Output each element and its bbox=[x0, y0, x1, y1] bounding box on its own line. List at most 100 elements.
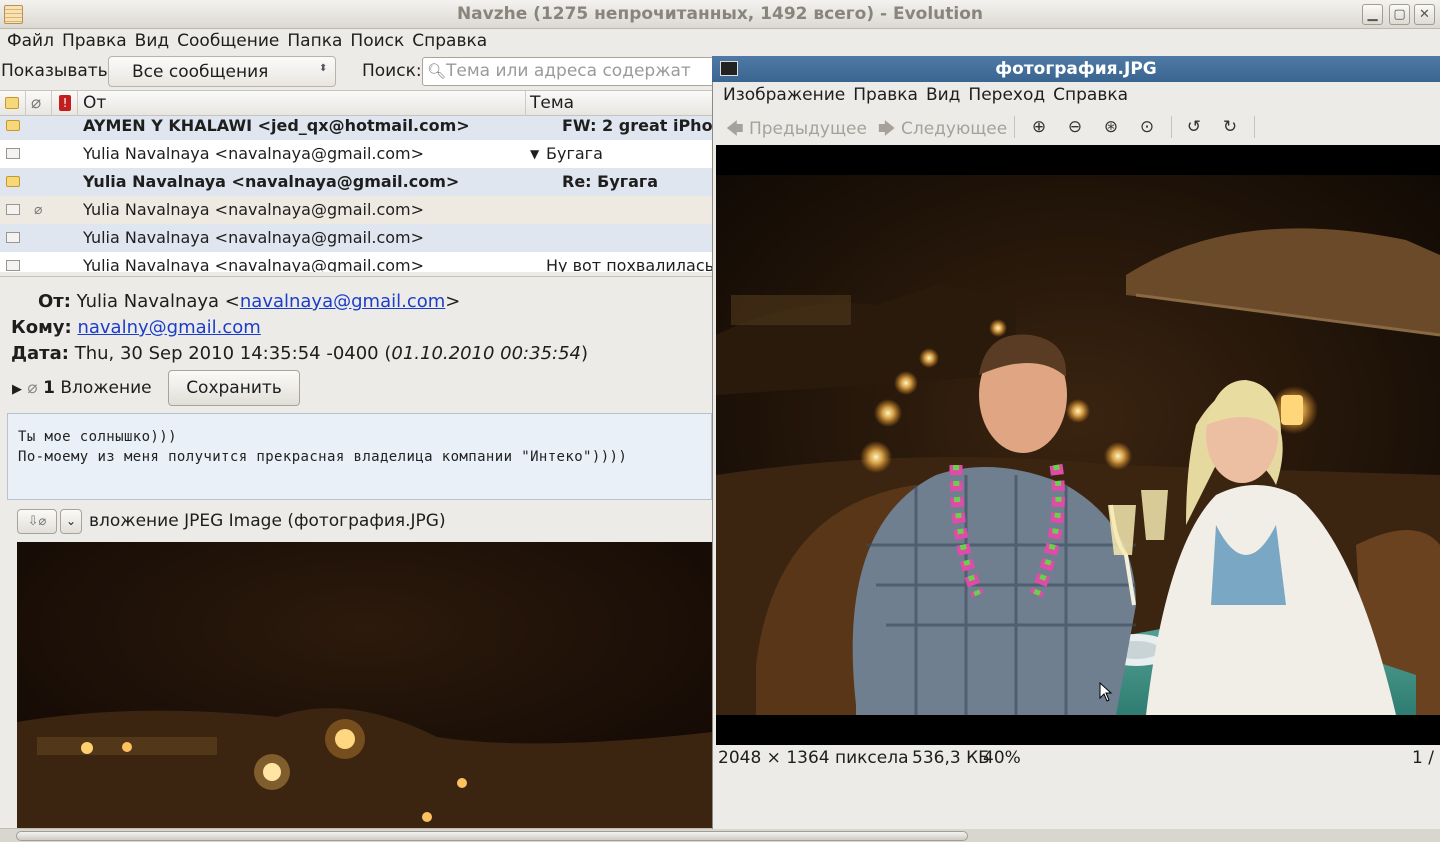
show-filter-value: Все сообщения bbox=[132, 62, 269, 82]
previous-button[interactable]: 🡄 Предыдущее bbox=[726, 116, 867, 145]
message-body: Ты мое солнышко))) По-моему из меня полу… bbox=[7, 413, 712, 500]
message-from: Yulia Navalnaya <navalnaya@gmail.com> bbox=[83, 172, 460, 191]
column-flag[interactable] bbox=[0, 91, 26, 116]
paperclip-column-icon: ⌀ bbox=[31, 93, 42, 113]
list-item[interactable]: AYMEN Y KHALAWI <jed_qx@hotmail.com> FW:… bbox=[0, 116, 712, 140]
viewer-image-canvas[interactable] bbox=[716, 145, 1440, 745]
envelope-icon[interactable] bbox=[6, 204, 20, 215]
list-item[interactable]: Yulia Navalnaya <navalnaya@gmail.com> Re… bbox=[0, 168, 712, 196]
viewer-menu-help[interactable]: Справка bbox=[1049, 82, 1132, 108]
next-button[interactable]: 🡆 Следующее bbox=[878, 116, 1007, 145]
expand-arrow-icon[interactable]: ▶ bbox=[12, 382, 22, 397]
arrow-right-icon: 🡆 bbox=[878, 119, 896, 139]
from-label: От: bbox=[38, 291, 71, 312]
menu-message[interactable]: Сообщение bbox=[173, 29, 283, 54]
rotate-right-icon[interactable]: ↻ bbox=[1220, 117, 1240, 137]
star-column-icon bbox=[5, 97, 19, 109]
from-email-link[interactable]: navalnaya@gmail.com bbox=[240, 291, 445, 312]
viewer-menu-view[interactable]: Вид bbox=[922, 82, 964, 108]
viewer-statusbar: 2048 × 1364 пиксела 536,3 КБ 40% 1 / bbox=[716, 745, 1440, 771]
viewer-menu-go[interactable]: Переход bbox=[964, 82, 1049, 108]
list-item[interactable]: Yulia Navalnaya <navalnaya@gmail.com> Ну… bbox=[0, 252, 712, 272]
body-line-1: Ты мое солнышко))) bbox=[18, 429, 177, 445]
date-header: Дата: Thu, 30 Sep 2010 14:35:54 -0400 (0… bbox=[11, 343, 588, 364]
message-from: Yulia Navalnaya <navalnaya@gmail.com> bbox=[83, 256, 425, 272]
envelope-icon[interactable] bbox=[6, 148, 20, 159]
column-subject[interactable]: Тема bbox=[526, 91, 712, 116]
attachment-count: 1 bbox=[43, 378, 55, 398]
message-from: AYMEN Y KHALAWI <jed_qx@hotmail.com> bbox=[83, 116, 470, 135]
message-from: Yulia Navalnaya <navalnaya@gmail.com> bbox=[83, 200, 425, 219]
horizontal-scrollbar[interactable] bbox=[0, 828, 1440, 842]
next-label: Следующее bbox=[900, 119, 1008, 139]
to-email-link[interactable]: navalny@gmail.com bbox=[77, 317, 260, 338]
attachment-menu-icon[interactable]: ⌄ bbox=[60, 509, 82, 534]
vacation-photo bbox=[716, 145, 1440, 745]
search-input[interactable]: 🔍︎ Тема или адреса содержат bbox=[422, 57, 714, 86]
close-button[interactable]: ✕ bbox=[1414, 4, 1435, 25]
message-subject: Re: Бугага bbox=[562, 172, 659, 191]
menu-edit[interactable]: Правка bbox=[58, 29, 131, 54]
to-header: Кому: navalny@gmail.com bbox=[11, 317, 261, 338]
body-line-2: По-моему из меня получится прекрасная вл… bbox=[18, 449, 628, 465]
date-label: Дата: bbox=[11, 343, 69, 364]
zoom-fit-icon[interactable]: ⊙ bbox=[1137, 117, 1157, 137]
viewer-titlebar[interactable]: фотография.JPG bbox=[712, 56, 1440, 82]
zoom-normal-icon[interactable]: ⊛ bbox=[1101, 117, 1121, 137]
date-local: 01.10.2010 00:35:54 bbox=[391, 343, 581, 364]
message-list[interactable]: AYMEN Y KHALAWI <jed_qx@hotmail.com> FW:… bbox=[0, 116, 712, 272]
thread-toggle-icon[interactable]: ▼ bbox=[530, 140, 539, 168]
viewer-menu-edit[interactable]: Правка bbox=[849, 82, 922, 108]
toolbar-separator bbox=[1014, 116, 1015, 138]
paperclip-icon: ⌀ bbox=[34, 202, 43, 218]
list-item[interactable]: Yulia Navalnaya <navalnaya@gmail.com> ▼ … bbox=[0, 140, 712, 168]
show-filter-combo[interactable]: Все сообщения ⬍ bbox=[108, 56, 336, 87]
viewer-toolbar: 🡄 Предыдущее 🡆 Следующее ⊕ ⊖ ⊛ ⊙ ↺ ↻ bbox=[716, 110, 1440, 142]
attachment-caption: вложение JPEG Image (фотография.JPG) bbox=[89, 511, 446, 531]
toolbar-separator bbox=[1254, 116, 1255, 138]
viewer-menubar: Изображение Правка Вид Переход Справка bbox=[716, 82, 1132, 110]
search-icon: 🔍︎ bbox=[427, 62, 447, 80]
image-dimensions: 2048 × 1364 пиксела bbox=[718, 748, 909, 768]
save-as-button[interactable]: Сохранить как bbox=[168, 370, 300, 432]
column-priority[interactable]: ! bbox=[52, 91, 78, 116]
menu-folder[interactable]: Папка bbox=[283, 29, 346, 54]
rotate-left-icon[interactable]: ↺ bbox=[1184, 117, 1204, 137]
mouse-cursor-icon bbox=[1099, 682, 1113, 702]
date-value: Thu, 30 Sep 2010 14:35:54 -0400 ( bbox=[74, 343, 392, 364]
list-item[interactable]: ⌀ Yulia Navalnaya <navalnaya@gmail.com> bbox=[0, 196, 712, 224]
image-viewer-icon[interactable] bbox=[720, 61, 738, 76]
menu-view[interactable]: Вид bbox=[131, 29, 173, 54]
minimize-button[interactable]: ▁ bbox=[1362, 4, 1383, 25]
menu-help[interactable]: Справка bbox=[408, 29, 491, 54]
window-title: Navzhe (1275 непрочитанных, 1492 всего) … bbox=[456, 4, 984, 24]
maximize-button[interactable]: ▢ bbox=[1389, 4, 1410, 25]
arrow-left-icon: 🡄 bbox=[726, 119, 744, 139]
star-icon[interactable] bbox=[6, 176, 20, 187]
message-from: Yulia Navalnaya <navalnaya@gmail.com> bbox=[83, 144, 425, 163]
attachments-summary: ▶ ⌀ 1 Вложение bbox=[12, 378, 152, 398]
column-attachment[interactable]: ⌀ bbox=[26, 91, 52, 116]
paperclip-icon: ⌀ bbox=[27, 378, 38, 398]
attachment-save-icon[interactable]: ⇩⌀ bbox=[17, 509, 57, 534]
date-close: ) bbox=[581, 343, 589, 364]
main-titlebar[interactable]: Navzhe (1275 непрочитанных, 1492 всего) … bbox=[0, 0, 1440, 29]
image-filesize: 536,3 КБ bbox=[912, 748, 990, 768]
menu-file[interactable]: Файл bbox=[0, 29, 58, 54]
message-subject: FW: 2 great iPhoto bbox=[562, 116, 712, 135]
attachment-word: Вложение bbox=[60, 378, 152, 398]
menu-image[interactable]: Изображение bbox=[716, 82, 849, 108]
previous-label: Предыдущее bbox=[748, 119, 867, 139]
from-header: От: Yulia Navalnaya <navalnaya@gmail.com… bbox=[38, 291, 460, 312]
star-icon[interactable] bbox=[6, 120, 20, 131]
envelope-icon[interactable] bbox=[6, 232, 20, 243]
zoom-out-icon[interactable]: ⊖ bbox=[1065, 117, 1085, 137]
menu-search[interactable]: Поиск bbox=[346, 29, 408, 54]
column-from[interactable]: От bbox=[78, 91, 526, 116]
list-item[interactable]: Yulia Navalnaya <navalnaya@gmail.com> bbox=[0, 224, 712, 252]
inline-photo bbox=[17, 542, 712, 828]
from-close: > bbox=[445, 291, 461, 312]
scrollbar-thumb[interactable] bbox=[16, 831, 968, 841]
zoom-in-icon[interactable]: ⊕ bbox=[1029, 117, 1049, 137]
envelope-icon[interactable] bbox=[6, 260, 20, 271]
